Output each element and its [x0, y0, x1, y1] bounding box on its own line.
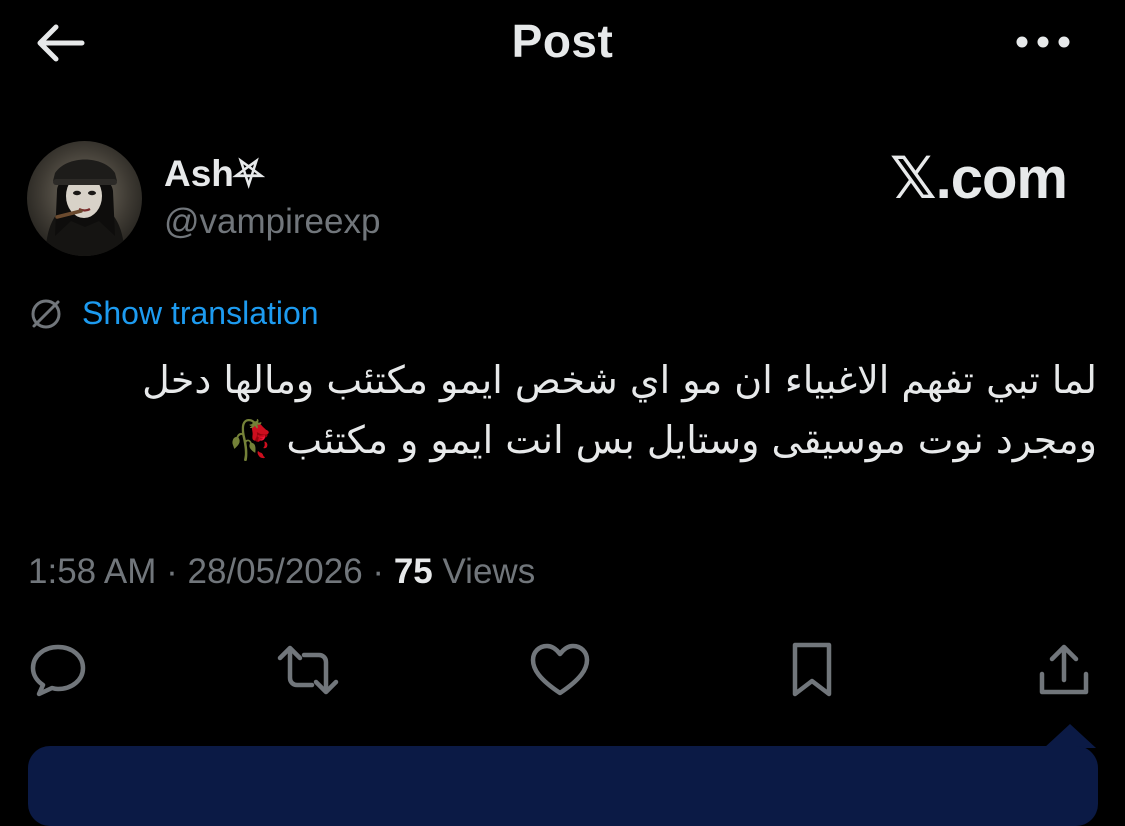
top-bar: Post [0, 0, 1125, 84]
page-title: Post [511, 15, 614, 67]
repost-icon [277, 645, 339, 695]
meta-separator: · [156, 552, 188, 591]
show-translation-label: Show translation [82, 295, 319, 331]
avatar[interactable] [27, 141, 142, 256]
reply-button[interactable] [26, 638, 90, 702]
more-options-button[interactable] [1013, 22, 1073, 62]
bottom-banner[interactable] [28, 746, 1098, 826]
banner-pointer [1044, 724, 1096, 748]
author-handle[interactable]: @vampireexp [164, 202, 380, 242]
bookmark-icon [792, 642, 832, 697]
profile-avatar [27, 141, 142, 256]
bookmark-button[interactable] [780, 638, 844, 702]
meta-separator: · [362, 552, 394, 591]
globe-icon [31, 299, 61, 328]
tweet-date: 28/05/2026 [187, 552, 363, 591]
site-watermark: 𝕏.com [889, 146, 1068, 211]
share-icon [1039, 644, 1089, 695]
tweet-text: لما تبي تفهم الاغبياء ان مو اي شخص ايمو … [37, 350, 1097, 470]
heart-icon [530, 643, 590, 696]
author-display-name[interactable]: Ash⛧ [164, 153, 264, 196]
tweet-text-line: ومجرد نوت موسيقى وستايل بس انت ايمو و مك… [226, 418, 1097, 462]
views-count[interactable]: 75 [394, 552, 433, 591]
show-translation-link[interactable]: Show translation [28, 295, 319, 332]
more-horizontal-icon [1016, 36, 1070, 48]
repost-button[interactable] [276, 638, 340, 702]
reply-icon [30, 644, 86, 697]
share-button[interactable] [1032, 638, 1096, 702]
views-label: Views [432, 552, 536, 591]
tweet-meta: 1:58 AM · 28/05/2026 · 75 Views [28, 552, 535, 592]
tweet-text-line: لما تبي تفهم الاغبياء ان مو اي شخص ايمو … [142, 358, 1097, 402]
tweet-time: 1:58 AM [28, 552, 157, 591]
like-button[interactable] [528, 638, 592, 702]
